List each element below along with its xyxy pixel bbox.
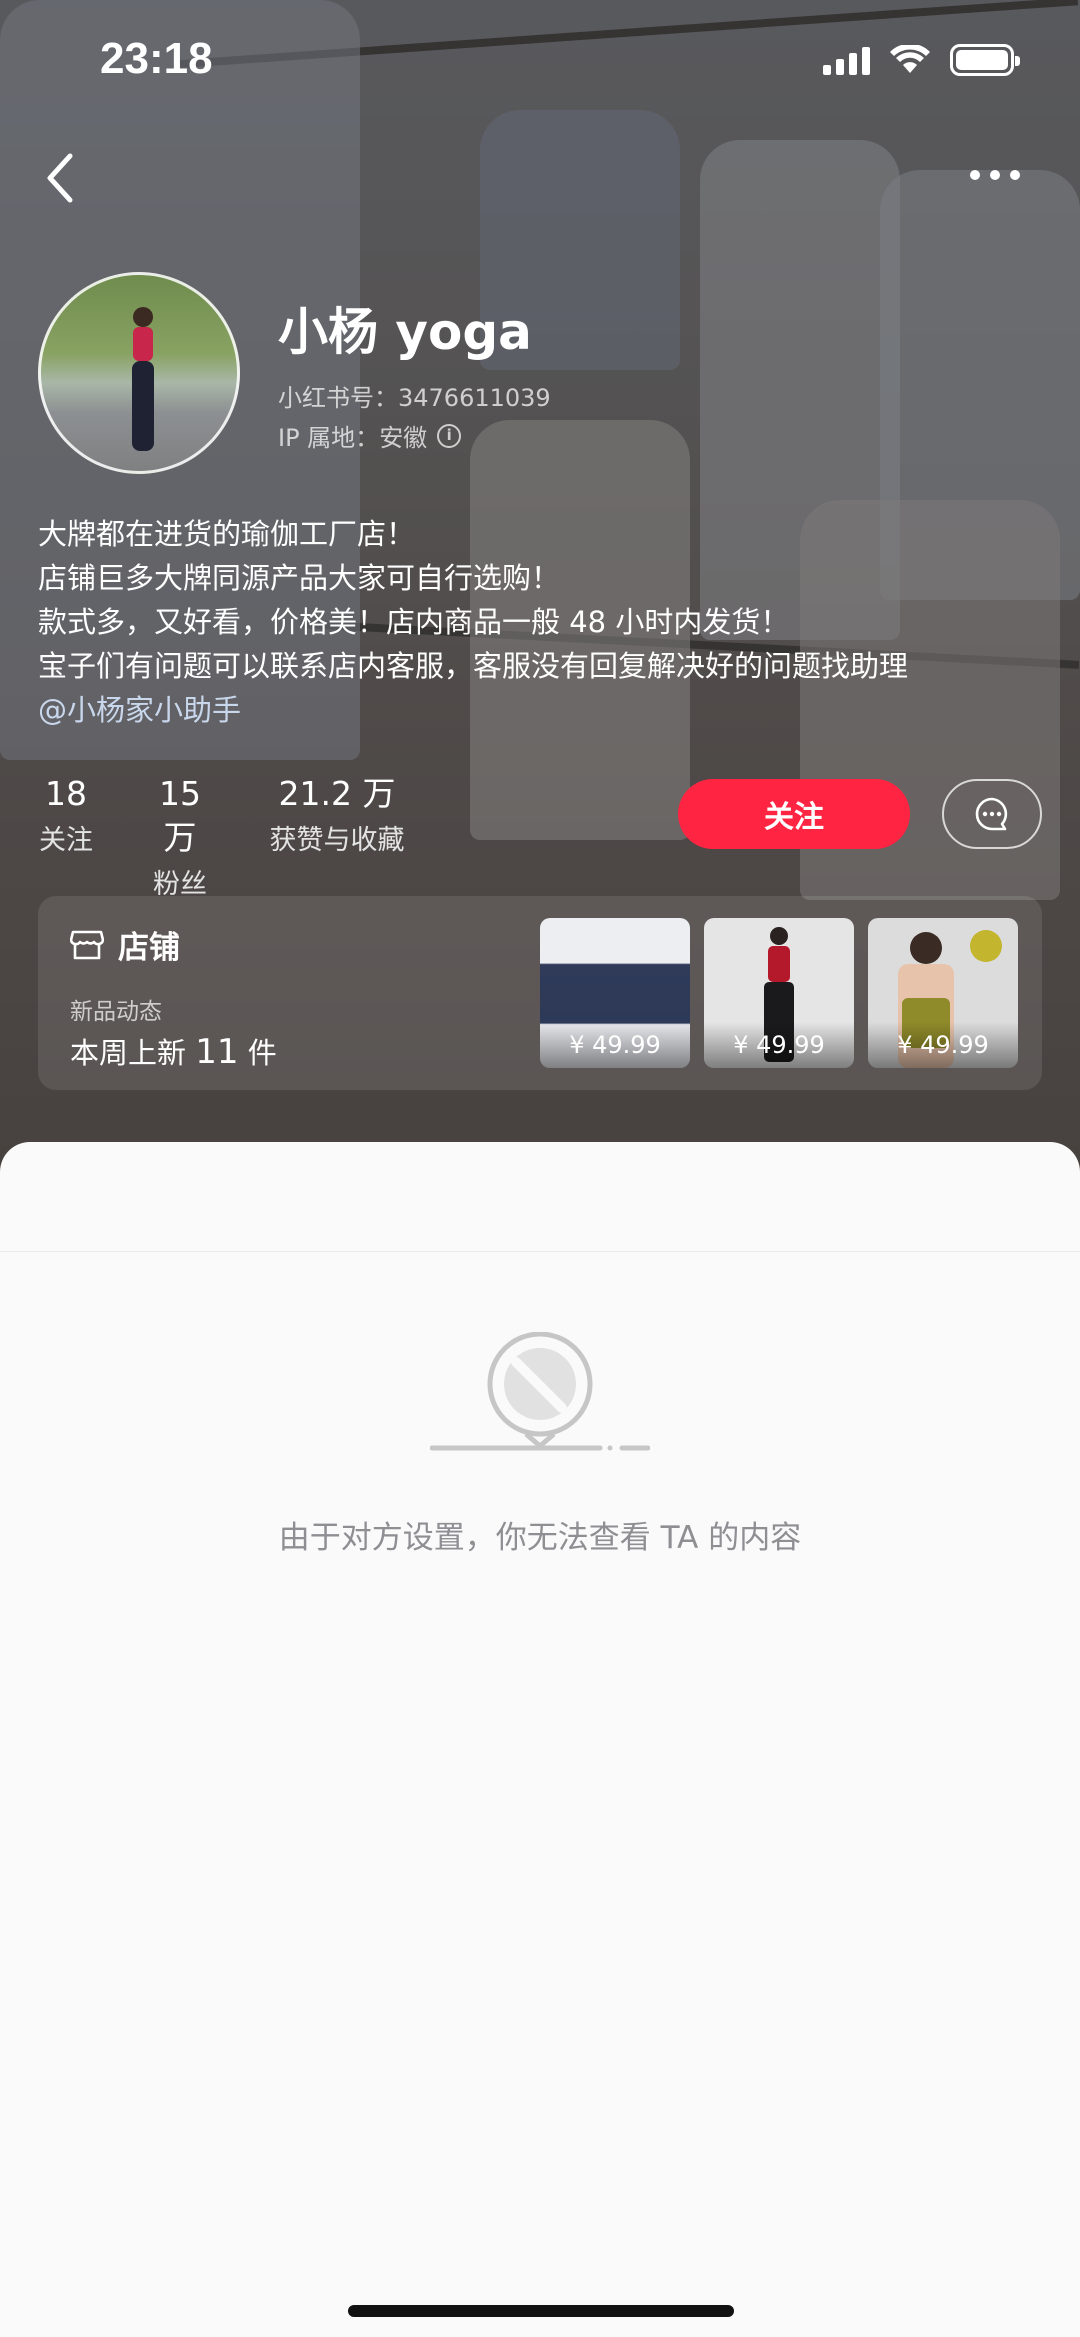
store-subtitle: 新品动态 (70, 999, 162, 1025)
stat-following-label: 关注 (39, 825, 93, 856)
restricted-content-icon (430, 1332, 650, 1451)
message-button[interactable] (942, 779, 1042, 849)
profile-id-value: 3476611039 (398, 384, 551, 412)
battery-icon (950, 44, 1020, 76)
store-title: 店铺 (118, 930, 180, 966)
ip-label: IP 属地： (278, 424, 380, 452)
back-icon[interactable] (40, 150, 80, 206)
profile-page: 23:18 小杨 yoga 小红书号：3476611039 IP 属地：安徽 i (0, 0, 1080, 2337)
stat-followers[interactable]: 15 万 粉丝 (140, 772, 220, 902)
store-new-suffix: 件 (247, 1036, 277, 1070)
wifi-icon (890, 45, 930, 73)
divider (0, 1251, 1080, 1252)
store-header: 店铺 (70, 922, 180, 967)
signal-icon (823, 45, 870, 75)
profile-id-label: 小红书号： (278, 384, 398, 412)
status-time: 23:18 (100, 34, 213, 83)
store-icon (70, 930, 104, 959)
content-sheet: 由于对方设置，你无法查看 TA 的内容 (0, 1142, 1080, 2337)
store-product[interactable]: ¥ 49.99 (704, 918, 854, 1068)
chat-bubble-icon (975, 797, 1008, 831)
profile-bio: 大牌都在进货的瑜伽工厂店！ 店铺巨多大牌同源产品大家可自行选购！ 款式多，又好看… (38, 512, 1048, 732)
store-card[interactable]: 店铺 新品动态 本周上新 11 件 ¥ 49.99 ¥ 49.99 ¥ 49.9… (38, 896, 1042, 1090)
bio-mention-link[interactable]: @小杨家小助手 (38, 688, 1048, 732)
avatar[interactable] (38, 272, 240, 474)
store-product[interactable]: ¥ 49.99 (540, 918, 690, 1068)
bio-line: 大牌都在进货的瑜伽工厂店！ (38, 517, 416, 551)
stat-followers-count: 15 万 (159, 774, 201, 857)
home-indicator[interactable] (348, 2305, 734, 2317)
store-new-items: 本周上新 11 件 (70, 1030, 277, 1072)
follow-button[interactable]: 关注 (678, 779, 910, 849)
stat-likes-count: 21.2 万 (278, 774, 396, 813)
empty-state-message: 由于对方设置，你无法查看 TA 的内容 (278, 1520, 802, 1556)
bio-line: 宝子们有问题可以联系店内客服，客服没有回复解决好的问题找助理 (38, 649, 909, 683)
store-new-prefix: 本周上新 (70, 1036, 187, 1070)
store-product[interactable]: ¥ 49.99 (868, 918, 1018, 1068)
stat-following-count: 18 (45, 774, 87, 813)
bio-line: 店铺巨多大牌同源产品大家可自行选购！ (38, 561, 561, 595)
bio-line: 款式多，又好看，价格美！店内商品一般 48 小时内发货！ (38, 605, 790, 639)
info-icon[interactable]: i (437, 423, 462, 448)
stat-likes[interactable]: 21.2 万 获赞与收藏 (262, 772, 412, 858)
profile-name: 小杨 yoga (278, 303, 532, 361)
status-icons (823, 44, 1020, 76)
ip-location: IP 属地：安徽 i (278, 418, 462, 453)
store-new-count: 11 (195, 1032, 239, 1072)
profile-id: 小红书号：3476611039 (278, 378, 551, 413)
ip-value: 安徽 (379, 424, 428, 452)
product-price: ¥ 49.99 (868, 1022, 1018, 1068)
stat-likes-label: 获赞与收藏 (269, 825, 405, 856)
more-options-icon[interactable] (970, 160, 1040, 190)
product-price: ¥ 49.99 (540, 1022, 690, 1068)
stat-following[interactable]: 18 关注 (38, 772, 94, 858)
product-price: ¥ 49.99 (704, 1022, 854, 1068)
